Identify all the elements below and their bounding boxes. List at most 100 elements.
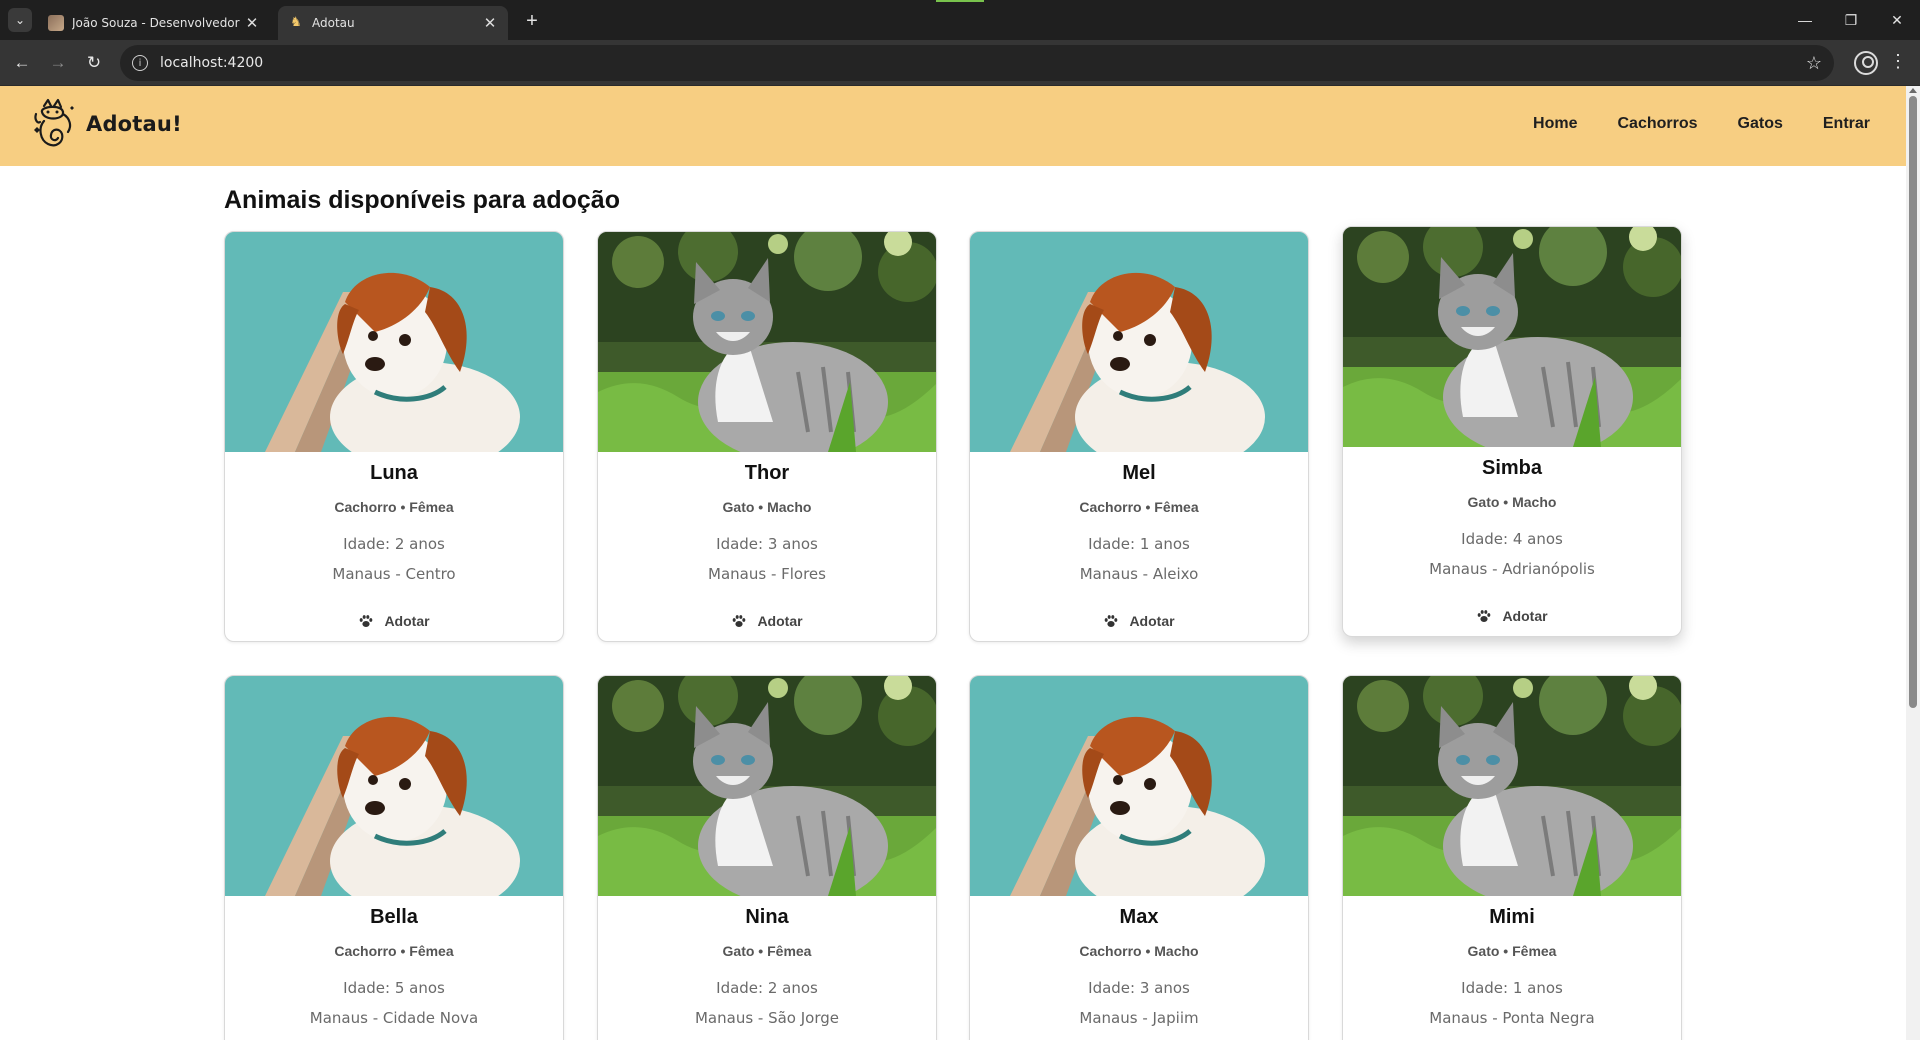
pet-card[interactable]: Mel Cachorro • Fêmea Idade: 1 anos Manau… [969, 231, 1309, 642]
pet-location: Manaus - Ponta Negra [1429, 1009, 1595, 1027]
adopt-button[interactable]: Adotar [731, 613, 803, 629]
pet-photo [1343, 227, 1681, 447]
scrollbar-thumb[interactable] [1909, 96, 1917, 708]
browser-toolbar: ← → ↻ i localhost:4200 ☆ ⋮ [0, 40, 1920, 86]
pet-name: Mimi [1489, 906, 1535, 928]
adopt-label: Adotar [384, 613, 430, 629]
paw-icon [733, 615, 746, 627]
pet-age: Idade: 3 anos [716, 535, 818, 553]
pet-species-sex: Cachorro • Fêmea [1079, 499, 1199, 515]
site-header: Adotau! Home Cachorros Gatos Entrar [0, 86, 1906, 166]
minimize-icon[interactable]: — [1782, 0, 1828, 40]
pet-location: Manaus - Japiim [1079, 1009, 1199, 1027]
page-title: Animais disponíveis para adoção [224, 186, 620, 214]
pet-species-sex: Cachorro • Fêmea [334, 499, 454, 515]
cat-illustration-icon [598, 676, 936, 896]
back-icon[interactable]: ← [10, 51, 34, 75]
pet-location: Manaus - Flores [708, 565, 826, 583]
tab-title: João Souza - Desenvolvedor Fu [72, 16, 244, 30]
puppy-illustration-icon [225, 232, 563, 452]
puppy-illustration-icon [970, 232, 1308, 452]
pet-location: Manaus - São Jorge [694, 1009, 840, 1027]
cat-illustration-icon [598, 232, 936, 452]
pet-age: Idade: 1 anos [1461, 979, 1563, 997]
tab-search-button[interactable]: ⌄ [8, 8, 32, 32]
pet-photo [598, 676, 936, 896]
profile-icon[interactable] [1854, 51, 1878, 75]
pet-name: Nina [745, 906, 789, 928]
browser-tab-adotau[interactable]: ♞ Adotau ✕ [278, 6, 508, 40]
pet-location: Manaus - Cidade Nova [309, 1009, 479, 1027]
reload-icon[interactable]: ↻ [82, 51, 106, 75]
adopt-label: Adotar [1502, 608, 1548, 624]
site-info-icon[interactable]: i [132, 55, 148, 71]
pet-location: Manaus - Centro [332, 565, 456, 583]
pet-photo [970, 232, 1308, 452]
puppy-illustration-icon [970, 676, 1308, 896]
scroll-up-arrow-icon[interactable] [1909, 88, 1917, 93]
pet-age: Idade: 1 anos [1088, 535, 1190, 553]
brand-name[interactable]: Adotau! [86, 112, 182, 136]
pet-species-sex: Gato • Fêmea [722, 943, 812, 959]
adopt-label: Adotar [757, 613, 803, 629]
new-tab-button[interactable]: + [522, 10, 542, 33]
close-icon[interactable]: ✕ [482, 14, 498, 32]
adopt-button[interactable]: Adotar [1103, 613, 1175, 629]
adopt-button[interactable]: Adotar [358, 613, 430, 629]
window-controls: — ❐ ✕ [1782, 0, 1920, 40]
cat-illustration-icon [1343, 676, 1681, 896]
pet-card[interactable]: Nina Gato • Fêmea Idade: 2 anos Manaus -… [597, 675, 937, 1040]
address-bar[interactable]: i localhost:4200 ☆ [120, 45, 1834, 81]
puppy-illustration-icon [225, 676, 563, 896]
pet-card[interactable]: Bella Cachorro • Fêmea Idade: 5 anos Man… [224, 675, 564, 1040]
pet-species-sex: Gato • Macho [1467, 494, 1557, 510]
nav-entrar[interactable]: Entrar [1823, 115, 1870, 133]
nav-gatos[interactable]: Gatos [1738, 115, 1783, 133]
close-window-icon[interactable]: ✕ [1874, 0, 1920, 40]
restore-icon[interactable]: ❐ [1828, 0, 1874, 40]
activity-indicator [936, 0, 984, 2]
pet-age: Idade: 2 anos [343, 535, 445, 553]
pet-card[interactable]: Luna Cachorro • Fêmea Idade: 2 anos Mana… [224, 231, 564, 642]
url-text[interactable]: localhost:4200 [160, 55, 263, 71]
pet-location: Manaus - Aleixo [1079, 565, 1199, 583]
paw-icon [1105, 615, 1118, 627]
pet-age: Idade: 2 anos [716, 979, 818, 997]
pet-photo [225, 676, 563, 896]
browser-tab-portfolio[interactable]: João Souza - Desenvolvedor Fu ✕ [38, 6, 270, 40]
portfolio-favicon-icon [48, 15, 64, 31]
pet-photo [1343, 676, 1681, 896]
bookmark-star-icon[interactable]: ☆ [1806, 53, 1822, 74]
close-icon[interactable]: ✕ [244, 14, 260, 32]
pet-photo [598, 232, 936, 452]
page-viewport: Adotau! Home Cachorros Gatos Entrar Anim… [0, 86, 1920, 1040]
brand[interactable]: Adotau! [30, 96, 182, 152]
pet-species-sex: Cachorro • Macho [1079, 943, 1199, 959]
adotau-favicon-icon: ♞ [290, 15, 302, 30]
paw-icon [1478, 610, 1491, 622]
pet-card[interactable]: Max Cachorro • Macho Idade: 3 anos Manau… [969, 675, 1309, 1040]
adopt-button[interactable]: Adotar [1476, 608, 1548, 624]
browser-menu-icon[interactable]: ⋮ [1888, 51, 1908, 75]
nav-home[interactable]: Home [1533, 115, 1577, 133]
main-nav: Home Cachorros Gatos Entrar [1533, 115, 1870, 133]
pet-age: Idade: 3 anos [1088, 979, 1190, 997]
paw-icon [360, 615, 373, 627]
browser-tabstrip: ⌄ João Souza - Desenvolvedor Fu ✕ ♞ Adot… [0, 0, 1920, 40]
page-scrollbar[interactable] [1906, 86, 1920, 1040]
pet-age: Idade: 4 anos [1461, 530, 1563, 548]
pet-location: Manaus - Adrianópolis [1429, 560, 1595, 578]
nav-cachorros[interactable]: Cachorros [1618, 115, 1698, 133]
dog-cat-logo-icon [34, 98, 74, 147]
pet-name: Bella [370, 906, 418, 928]
adopt-label: Adotar [1129, 613, 1175, 629]
forward-icon[interactable]: → [46, 51, 70, 75]
pet-species-sex: Gato • Fêmea [1467, 943, 1557, 959]
pet-card[interactable]: Mimi Gato • Fêmea Idade: 1 anos Manaus -… [1342, 675, 1682, 1040]
pet-card[interactable]: Thor Gato • Macho Idade: 3 anos Manaus -… [597, 231, 937, 642]
pet-name: Mel [1122, 462, 1156, 484]
pet-age: Idade: 5 anos [343, 979, 445, 997]
pet-photo [970, 676, 1308, 896]
pet-name: Luna [370, 462, 418, 484]
pet-card-hovered[interactable]: Simba Gato • Macho Idade: 4 anos Manaus … [1342, 226, 1682, 637]
